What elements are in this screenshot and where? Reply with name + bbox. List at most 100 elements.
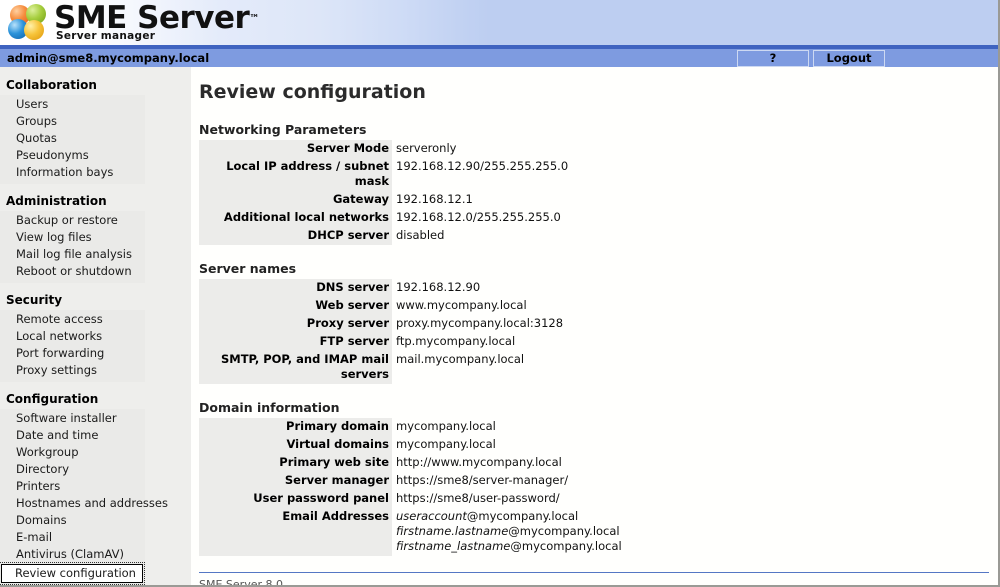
row-value: mycompany.local: [396, 437, 496, 451]
page-title: Review configuration: [199, 81, 426, 103]
sidebar-item-view-log-files[interactable]: View log files: [0, 229, 145, 246]
email-address-line: firstname.lastname@mycompany.local: [396, 524, 839, 539]
email-address-line: firstname_lastname@mycompany.local: [396, 539, 839, 554]
sidebar-item-users[interactable]: Users: [0, 96, 145, 113]
sidebar-item-information-bays[interactable]: Information bays: [0, 164, 145, 181]
row-label: SMTP, POP, and IMAP mail servers: [199, 351, 392, 384]
nav-group-security: Security Remote access Local networks Po…: [0, 291, 191, 382]
row-label: Web server: [199, 297, 392, 315]
table-server-names: DNS server 192.168.12.90 Web server www.…: [199, 279, 839, 384]
row-value: 192.168.12.90: [396, 280, 481, 294]
table-row: Primary domain mycompany.local: [199, 418, 839, 436]
row-label: Gateway: [199, 191, 392, 209]
app-window: SME Server™ Server manager admin@sme8.my…: [0, 0, 1000, 587]
row-label: Email Addresses: [199, 508, 392, 556]
table-row: DHCP server disabled: [199, 227, 839, 245]
sidebar-item-remote-access[interactable]: Remote access: [0, 311, 145, 328]
table-row: FTP server ftp.mycompany.local: [199, 333, 839, 351]
sidebar-item-domains[interactable]: Domains: [0, 512, 145, 529]
row-label: Server Mode: [199, 140, 392, 158]
sidebar-item-quotas[interactable]: Quotas: [0, 130, 145, 147]
table-domain-information: Primary domain mycompany.local Virtual d…: [199, 418, 839, 556]
row-value-email-list: useraccount@mycompany.local firstname.la…: [392, 508, 839, 556]
table-row: Server Mode serveronly: [199, 140, 839, 158]
nav-items-security: Remote access Local networks Port forwar…: [0, 310, 145, 382]
brand-text: SME Server™ Server manager: [54, 3, 259, 42]
table-row-email-addresses: Email Addresses useraccount@mycompany.lo…: [199, 508, 839, 556]
sidebar-item-proxy-settings[interactable]: Proxy settings: [0, 362, 145, 379]
email-local-part: useraccount: [396, 509, 467, 523]
page-body: Collaboration Users Groups Quotas Pseudo…: [0, 67, 998, 587]
sidebar-item-review-configuration[interactable]: Review configuration: [0, 562, 145, 585]
nav-header-security: Security: [6, 293, 63, 307]
help-button[interactable]: ?: [737, 50, 809, 67]
row-value: http://www.mycompany.local: [396, 455, 562, 469]
logout-button[interactable]: Logout: [813, 50, 885, 67]
footer-line: SME Server 8.0: [199, 578, 283, 587]
brand-logo[interactable]: SME Server™ Server manager: [0, 0, 259, 45]
section-title-domain-information: Domain information: [199, 400, 340, 415]
nav-group-collaboration: Collaboration Users Groups Quotas Pseudo…: [0, 76, 191, 184]
table-row: User password panel https://sme8/user-pa…: [199, 490, 839, 508]
sidebar-item-antivirus-clamav[interactable]: Antivirus (ClamAV): [0, 546, 145, 563]
nav-header-configuration: Configuration: [6, 392, 99, 406]
nav-group-administration: Administration Backup or restore View lo…: [0, 192, 191, 283]
sidebar-item-printers[interactable]: Printers: [0, 478, 145, 495]
row-value: 192.168.12.0/255.255.255.0: [396, 210, 561, 224]
row-value: https://sme8/server-manager/: [396, 473, 569, 487]
nav-group-configuration: Configuration Software installer Date an…: [0, 390, 191, 585]
sidebar-item-directory[interactable]: Directory: [0, 461, 145, 478]
email-domain-part: @mycompany.local: [466, 509, 579, 523]
email-local-part: firstname_lastname: [396, 539, 511, 553]
sidebar-item-local-networks[interactable]: Local networks: [0, 328, 145, 345]
section-title-server-names: Server names: [199, 261, 297, 276]
sidebar-nav: Collaboration Users Groups Quotas Pseudo…: [0, 67, 191, 585]
row-value: disabled: [396, 228, 445, 242]
sidebar-item-date-and-time[interactable]: Date and time: [0, 427, 145, 444]
row-value: https://sme8/user-password/: [396, 491, 560, 505]
row-label: FTP server: [199, 333, 392, 351]
footer-divider: [199, 572, 989, 573]
sidebar-item-reboot-or-shutdown[interactable]: Reboot or shutdown: [0, 263, 145, 280]
sidebar-item-hostnames-and-addresses[interactable]: Hostnames and addresses: [0, 495, 168, 512]
trademark-symbol: ™: [249, 13, 260, 25]
table-row: Web server www.mycompany.local: [199, 297, 839, 315]
row-label: User password panel: [199, 490, 392, 508]
row-value: ftp.mycompany.local: [396, 334, 516, 348]
sidebar-item-backup-or-restore[interactable]: Backup or restore: [0, 212, 145, 229]
table-row: Additional local networks 192.168.12.0/2…: [199, 209, 839, 227]
sphere-yellow-icon: [24, 19, 44, 40]
sidebar-item-software-installer[interactable]: Software installer: [0, 410, 145, 427]
section-title-networking-parameters: Networking Parameters: [199, 122, 367, 137]
sidebar-item-pseudonyms[interactable]: Pseudonyms: [0, 147, 145, 164]
row-value: serveronly: [396, 141, 457, 155]
row-label: Local IP address / subnet mask: [199, 158, 392, 191]
sidebar-item-workgroup[interactable]: Workgroup: [0, 444, 145, 461]
row-label: Additional local networks: [199, 209, 392, 227]
row-value: 192.168.12.90/255.255.255.0: [396, 159, 569, 173]
row-value: www.mycompany.local: [396, 298, 527, 312]
sidebar-item-email[interactable]: E-mail: [0, 529, 145, 546]
current-user-label: admin@sme8.mycompany.local: [7, 51, 210, 65]
row-label: Primary web site: [199, 454, 392, 472]
table-networking-parameters: Server Mode serveronly Local IP address …: [199, 140, 839, 245]
nav-items-administration: Backup or restore View log files Mail lo…: [0, 211, 145, 283]
row-label: DNS server: [199, 279, 392, 297]
email-local-part: firstname.lastname: [396, 524, 509, 538]
main-content: Review configuration Networking Paramete…: [191, 67, 998, 587]
row-label: Proxy server: [199, 315, 392, 333]
row-label: Server manager: [199, 472, 392, 490]
nav-items-configuration: Software installer Date and time Workgro…: [0, 409, 168, 585]
table-row: DNS server 192.168.12.90: [199, 279, 839, 297]
row-value: mycompany.local: [396, 419, 496, 433]
table-row: Proxy server proxy.mycompany.local:3128: [199, 315, 839, 333]
masthead: SME Server™ Server manager: [0, 0, 998, 47]
sidebar-item-port-forwarding[interactable]: Port forwarding: [0, 345, 145, 362]
email-address-line: useraccount@mycompany.local: [396, 509, 839, 524]
sidebar-item-mail-log-file-analysis[interactable]: Mail log file analysis: [0, 246, 145, 263]
nav-items-collaboration: Users Groups Quotas Pseudonyms Informati…: [0, 95, 145, 184]
nav-header-collaboration: Collaboration: [6, 78, 97, 92]
table-row: Local IP address / subnet mask 192.168.1…: [199, 158, 839, 191]
user-bar-actions: ? Logout: [737, 50, 885, 67]
sidebar-item-groups[interactable]: Groups: [0, 113, 145, 130]
